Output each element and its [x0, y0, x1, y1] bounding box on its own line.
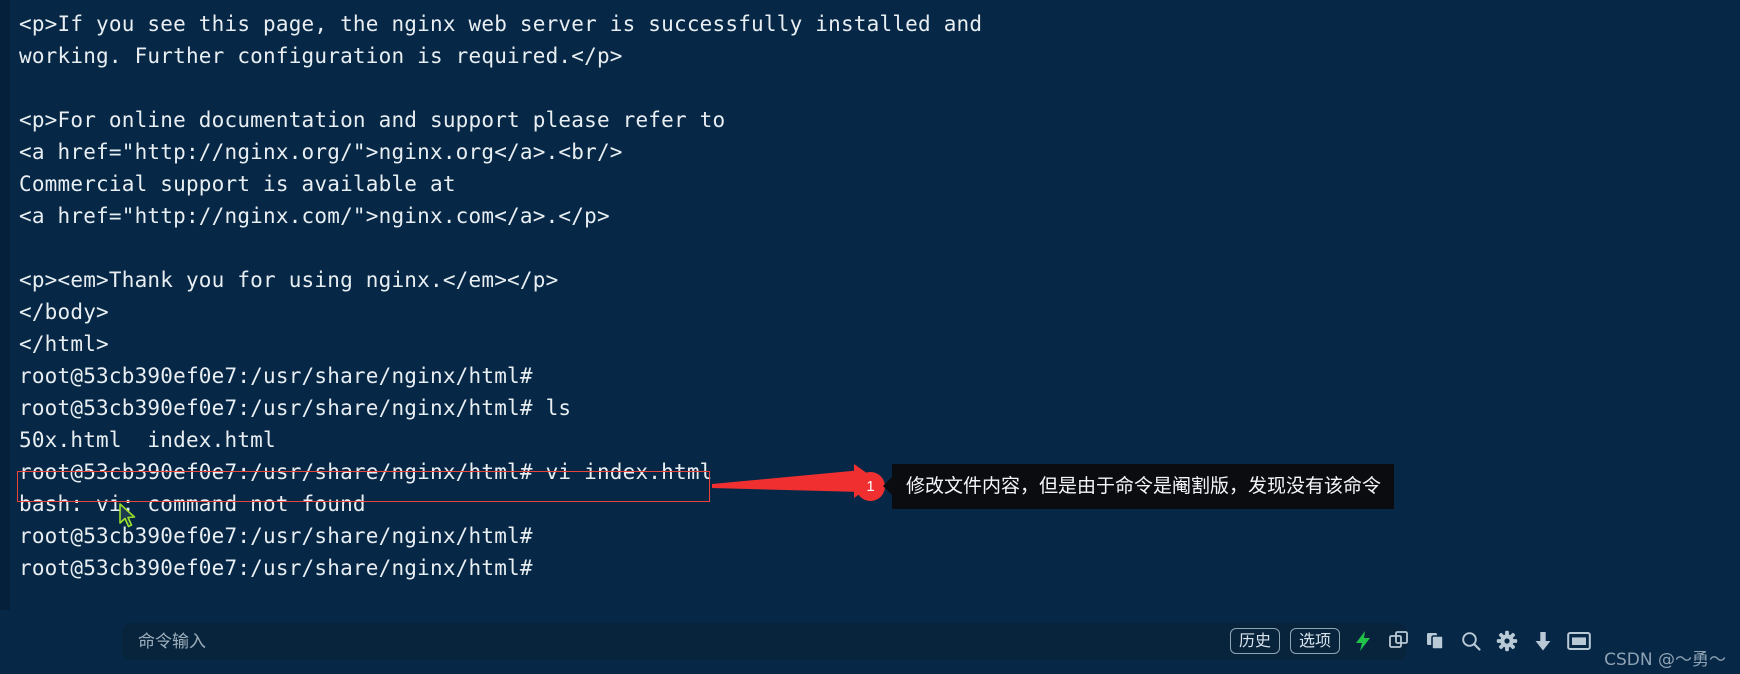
lightning-icon[interactable]: [1350, 628, 1376, 654]
paste-icon[interactable]: [1422, 628, 1448, 654]
terminal-line: working. Further configuration is requir…: [19, 44, 623, 68]
search-icon[interactable]: [1458, 628, 1484, 654]
annotation-callout: 修改文件内容，但是由于命令是阉割版，发现没有该命令: [882, 464, 1395, 509]
terminal-line: <p>For online documentation and support …: [19, 108, 726, 132]
terminal-command-ls: root@53cb390ef0e7:/usr/share/nginx/html#…: [19, 396, 572, 420]
annotation-badge-1: 1: [856, 472, 885, 501]
terminal-window: <p>If you see this page, the nginx web s…: [0, 0, 1740, 674]
history-button[interactable]: 历史: [1230, 628, 1280, 654]
window-icon[interactable]: [1566, 628, 1592, 654]
terminal-line: Commercial support is available at: [19, 172, 456, 196]
terminal-line: <a href="http://nginx.org/">nginx.org</a…: [19, 140, 623, 164]
terminal-line: <p>If you see this page, the nginx web s…: [19, 12, 983, 36]
terminal-prompt-line: root@53cb390ef0e7:/usr/share/nginx/html#: [19, 364, 533, 388]
terminal-line: </html>: [19, 332, 109, 356]
terminal-line: <a href="http://nginx.com/">nginx.com</a…: [19, 204, 610, 228]
toolbar-actions: 历史 选项: [1230, 624, 1592, 658]
gear-icon[interactable]: [1494, 628, 1520, 654]
terminal-line: <p><em>Thank you for using nginx.</em></…: [19, 268, 559, 292]
terminal-ls-output: 50x.html index.html: [19, 428, 276, 452]
copy-icon[interactable]: [1386, 628, 1412, 654]
terminal-prompt-line: root@53cb390ef0e7:/usr/share/nginx/html#: [19, 556, 533, 580]
command-input[interactable]: [122, 623, 1407, 660]
terminal-line: </body>: [19, 300, 109, 324]
options-button[interactable]: 选项: [1290, 628, 1340, 654]
terminal-output[interactable]: <p>If you see this page, the nginx web s…: [0, 0, 1740, 610]
terminal-prompt-line: root@53cb390ef0e7:/usr/share/nginx/html#: [19, 524, 533, 548]
download-icon[interactable]: [1530, 628, 1556, 654]
csdn-watermark: CSDN @～勇～: [1604, 650, 1726, 670]
